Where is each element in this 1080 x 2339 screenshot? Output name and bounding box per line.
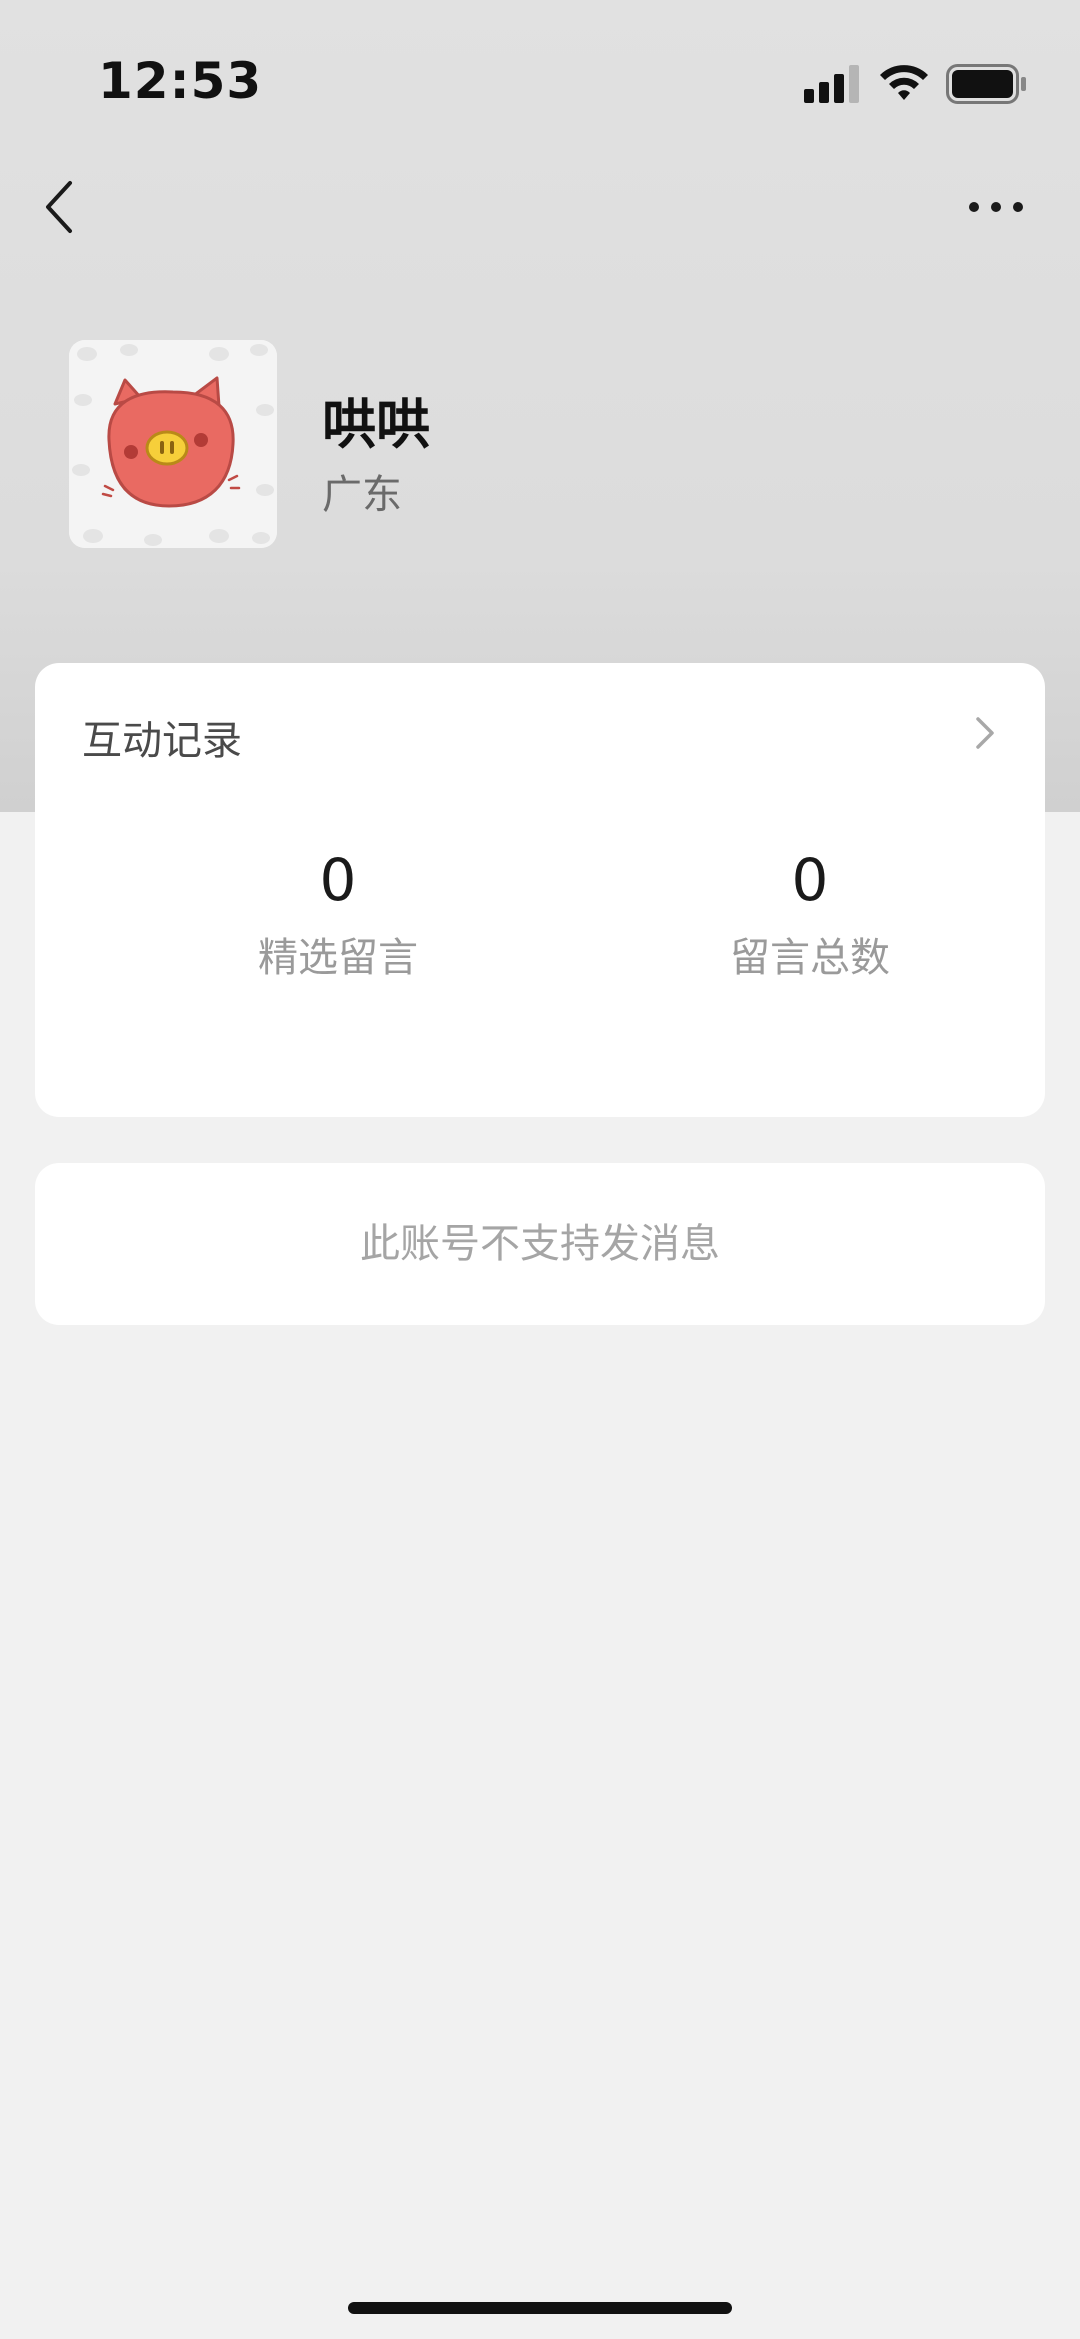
interaction-record-title: 互动记录 bbox=[82, 718, 242, 764]
avatar[interactable] bbox=[69, 340, 277, 548]
more-options-button[interactable] bbox=[966, 195, 1026, 219]
total-comments-label: 留言总数 bbox=[730, 935, 890, 981]
back-button[interactable] bbox=[38, 175, 88, 239]
featured-comments-stat[interactable]: 0 精选留言 bbox=[158, 848, 518, 982]
profile-name: 哄哄 bbox=[322, 393, 430, 456]
message-unsupported-notice: 此账号不支持发消息 bbox=[360, 1221, 720, 1267]
battery-icon bbox=[946, 64, 1026, 104]
status-time: 12:53 bbox=[98, 52, 263, 110]
cellular-signal-icon bbox=[804, 65, 859, 103]
featured-comments-count: 0 bbox=[319, 846, 357, 914]
featured-comments-label: 精选留言 bbox=[258, 935, 418, 981]
message-notice-card: 此账号不支持发消息 bbox=[35, 1163, 1045, 1325]
pig-avatar-icon bbox=[69, 340, 277, 548]
wifi-icon bbox=[880, 65, 928, 100]
total-comments-count: 0 bbox=[791, 846, 829, 914]
status-bar: 12:53 bbox=[0, 0, 1080, 170]
total-comments-stat[interactable]: 0 留言总数 bbox=[630, 848, 990, 982]
profile-region: 广东 bbox=[322, 472, 402, 518]
home-indicator[interactable] bbox=[348, 2302, 732, 2314]
chevron-right-icon bbox=[976, 717, 994, 749]
interaction-record-card[interactable]: 互动记录 0 精选留言 0 留言总数 bbox=[35, 663, 1045, 1117]
